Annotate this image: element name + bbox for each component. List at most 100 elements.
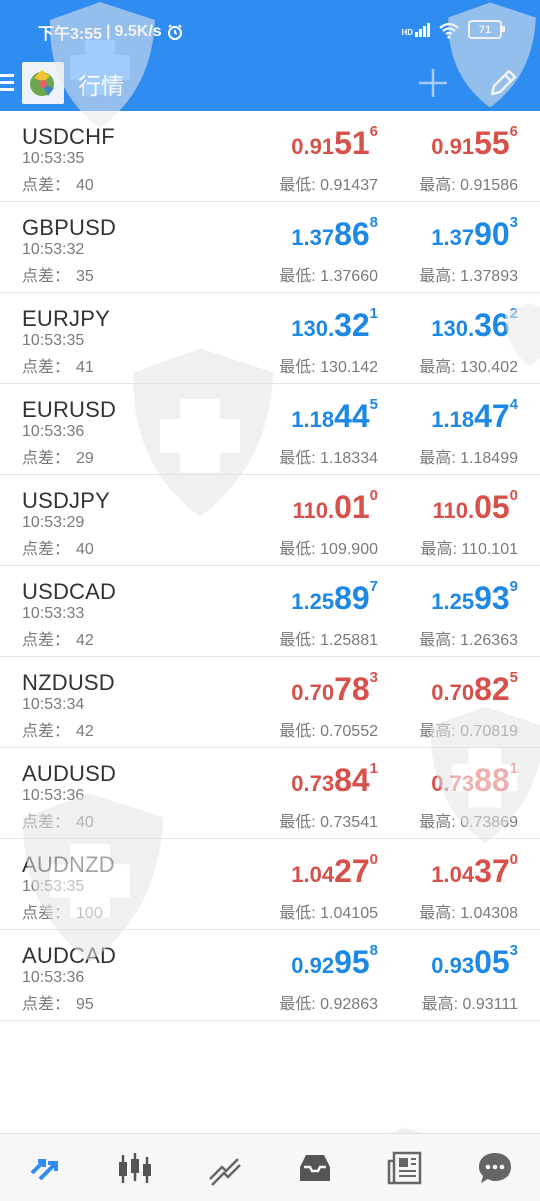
edit-icon[interactable] xyxy=(486,66,520,100)
ask-price: 1.04370 xyxy=(431,851,518,890)
spread-info: 点差： 42 xyxy=(22,626,94,650)
ask-price-pips: 05 xyxy=(474,489,510,525)
ask-price-prefix: 1.37 xyxy=(431,225,475,250)
quote-row[interactable]: USDCHF 10:53:35 点差： 40 0.91516 0.91556 最低: 0.9… xyxy=(0,111,540,202)
high-label: 最高: xyxy=(419,450,456,467)
bid-price-fraction: 5 xyxy=(369,396,378,413)
quote-time: 10:53:35 xyxy=(22,878,85,895)
high-label: 最高: xyxy=(419,905,456,922)
nav-chat[interactable] xyxy=(470,1143,520,1193)
bid-price-prefix: 130. xyxy=(291,316,335,341)
ask-price-fraction: 2 xyxy=(509,305,518,322)
nav-history[interactable] xyxy=(290,1143,340,1193)
low-label: 最低: xyxy=(279,905,316,922)
quote-time: 10:53:35 xyxy=(22,332,85,349)
bid-price: 0.92958 xyxy=(291,942,378,981)
bid-price-prefix: 0.70 xyxy=(291,680,335,705)
symbol-name: USDCAD xyxy=(22,579,117,604)
bid-price-pips: 44 xyxy=(334,398,370,434)
quote-row[interactable]: NZDUSD 10:53:34 点差： 42 0.70783 0.70825 最低: 0.7… xyxy=(0,657,540,748)
spread-value: 35 xyxy=(76,268,94,285)
ask-price-pips: 37 xyxy=(474,853,510,889)
bid-price: 110.010 xyxy=(292,487,378,526)
bottom-nav xyxy=(0,1133,540,1201)
alarm-icon xyxy=(167,24,182,40)
high-price: 最高: 1.26363 xyxy=(419,626,518,650)
nav-trade[interactable] xyxy=(200,1143,250,1193)
status-left: 下午3:55 | 9.5K/s xyxy=(38,20,184,44)
quote-row[interactable]: USDCAD 10:53:33 点差： 42 1.25897 1.25939 最低: 1.2… xyxy=(0,566,540,657)
ask-price-prefix: 0.91 xyxy=(431,134,475,159)
spread-info: 点差： 40 xyxy=(22,171,94,195)
ask-price-prefix: 0.70 xyxy=(431,680,475,705)
spread-label: 点差： xyxy=(22,905,71,922)
bid-price-pips: 84 xyxy=(334,762,370,798)
bid-price-prefix: 1.25 xyxy=(291,589,335,614)
ask-price-pips: 93 xyxy=(474,580,510,616)
spread-label: 点差： xyxy=(22,541,71,558)
ask-price-fraction: 6 xyxy=(509,123,518,140)
quote-list: USDCHF 10:53:35 点差： 40 0.91516 0.91556 最低: 0.9… xyxy=(0,111,540,1021)
ask-price-pips: 36 xyxy=(474,307,510,343)
low-label: 最低: xyxy=(279,450,316,467)
bid-price: 130.321 xyxy=(291,305,378,344)
spread-info: 点差： 41 xyxy=(22,353,94,377)
low-value: 0.92863 xyxy=(320,996,378,1013)
ask-price-fraction: 9 xyxy=(509,578,518,595)
high-label: 最高: xyxy=(421,996,459,1013)
spread-value: 41 xyxy=(76,359,94,376)
bid-price-prefix: 0.92 xyxy=(291,953,335,978)
bid-price-pips: 89 xyxy=(334,580,370,616)
nav-quotes[interactable] xyxy=(20,1143,70,1193)
ask-price: 110.050 xyxy=(432,487,518,526)
ask-price-fraction: 5 xyxy=(509,669,518,686)
low-price: 最低: 0.73541 xyxy=(279,808,378,832)
symbol-name: AUDUSD xyxy=(22,761,117,786)
ask-price-prefix: 0.73 xyxy=(431,771,475,796)
ask-price-prefix: 0.93 xyxy=(431,953,475,978)
quote-row[interactable]: AUDUSD 10:53:36 点差： 40 0.73841 0.73881 最低: 0.7… xyxy=(0,748,540,839)
low-value: 0.91437 xyxy=(320,177,378,194)
bid-price-fraction: 1 xyxy=(369,305,378,322)
quote-row[interactable]: USDJPY 10:53:29 点差： 40 110.010 110.050 最低: 109… xyxy=(0,475,540,566)
low-price: 最低: 1.25881 xyxy=(279,626,378,650)
nav-news[interactable] xyxy=(380,1143,430,1193)
status-bar: 下午3:55 | 9.5K/s HD 71 xyxy=(0,0,540,58)
quote-row[interactable]: EURUSD 10:53:36 点差： 29 1.18445 1.18474 最低: 1.1… xyxy=(0,384,540,475)
spread-value: 40 xyxy=(76,177,94,194)
high-value: 0.93111 xyxy=(462,996,518,1013)
bid-price-fraction: 8 xyxy=(369,214,378,231)
quote-time: 10:53:34 xyxy=(22,696,85,713)
signal-icon: HD xyxy=(401,22,430,37)
spread-label: 点差： xyxy=(22,996,71,1013)
quote-row[interactable]: GBPUSD 10:53:32 点差： 35 1.37868 1.37903 最低: 1.3… xyxy=(0,202,540,293)
chat-icon xyxy=(479,1152,511,1183)
ask-price-pips: 05 xyxy=(474,944,510,980)
bid-price-prefix: 1.04 xyxy=(291,862,335,887)
spread-label: 点差： xyxy=(22,177,71,194)
quote-row[interactable]: AUDNZD 10:53:35 点差： 100 1.04270 1.04370 最低: 1.… xyxy=(0,839,540,930)
symbol-name: NZDUSD xyxy=(22,670,115,695)
bid-price: 1.25897 xyxy=(291,578,378,617)
bid-price: 1.18445 xyxy=(291,396,378,435)
low-value: 0.73541 xyxy=(320,814,378,831)
spread-info: 点差： 42 xyxy=(22,717,94,741)
high-value: 1.04308 xyxy=(460,905,518,922)
low-price: 最低: 0.91437 xyxy=(279,171,378,195)
spread-value: 95 xyxy=(76,996,94,1013)
high-value: 110.101 xyxy=(461,541,518,558)
symbol-name: USDJPY xyxy=(22,488,110,513)
bid-price-prefix: 0.73 xyxy=(291,771,335,796)
quote-row[interactable]: EURJPY 10:53:35 点差： 41 130.321 130.362 最低: 130… xyxy=(0,293,540,384)
bid-price-prefix: 0.91 xyxy=(291,134,335,159)
quote-row[interactable]: AUDCAD 10:53:36 点差： 95 0.92958 0.93053 最低: 0.9… xyxy=(0,930,540,1021)
high-label: 最高: xyxy=(419,359,456,376)
spread-label: 点差： xyxy=(22,723,71,740)
add-icon[interactable] xyxy=(416,66,450,100)
bid-price: 1.04270 xyxy=(291,851,378,890)
menu-icon[interactable] xyxy=(0,70,16,94)
trade-icon xyxy=(209,1157,241,1186)
spread-value: 40 xyxy=(76,814,94,831)
low-value: 1.18334 xyxy=(320,450,378,467)
nav-chart[interactable] xyxy=(110,1143,160,1193)
